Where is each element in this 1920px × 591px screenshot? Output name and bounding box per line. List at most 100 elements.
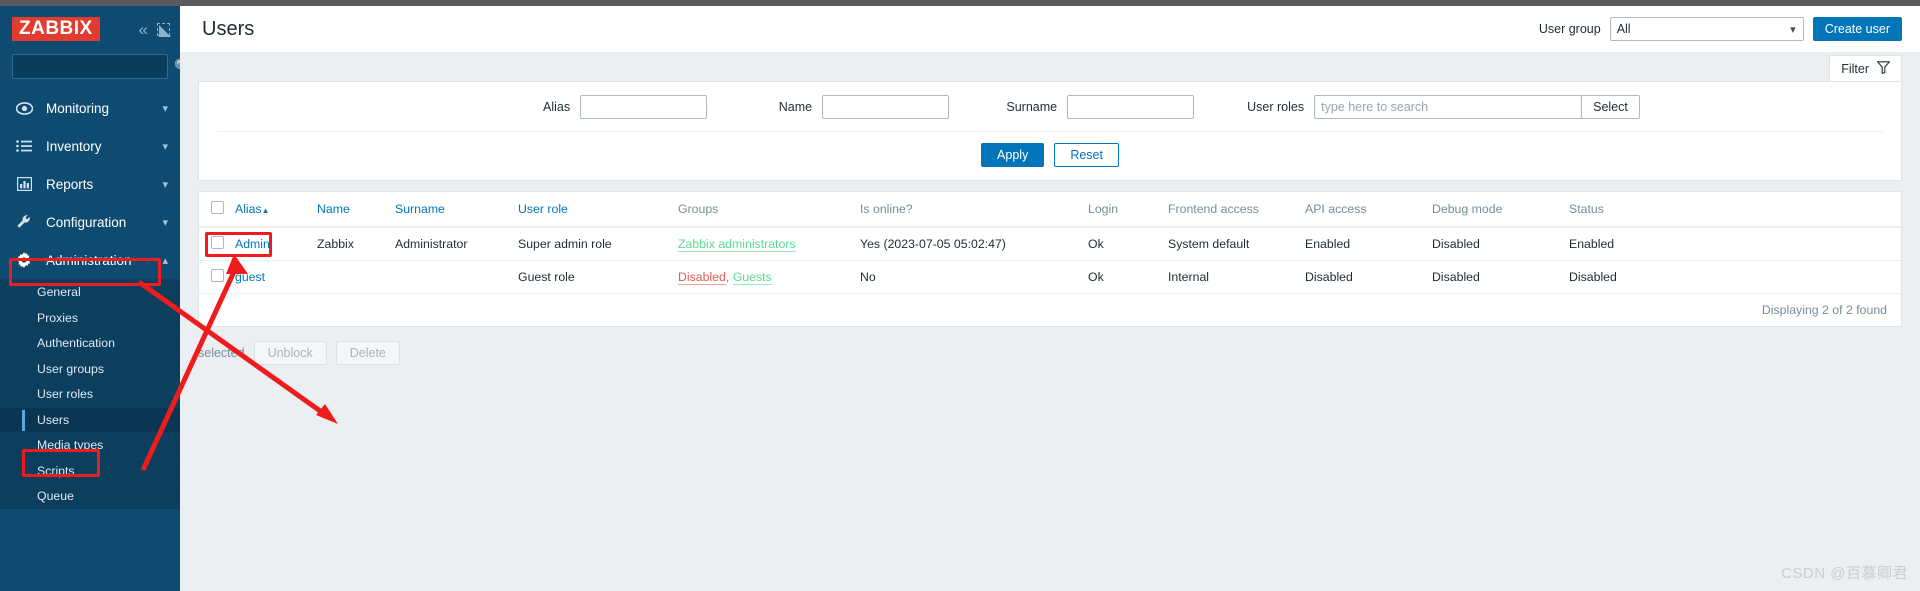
cell-status: Disabled (1569, 260, 1901, 294)
sidebar-subitem-label: User roles (37, 387, 94, 402)
sidebar-item-reports[interactable]: Reports ▾ (0, 165, 180, 203)
zabbix-users-page: ZABBIX « 🔍 Monitoring ▾ Inven (0, 0, 1920, 591)
filter-tab-row: Filter (180, 52, 1920, 81)
column-link-surname[interactable]: Surname (395, 202, 445, 216)
sidebar-item-configuration[interactable]: Configuration ▾ (0, 203, 180, 241)
collapse-corner-icon[interactable] (157, 22, 171, 37)
cell-name (317, 260, 395, 294)
cell-debug-mode: Disabled (1432, 227, 1569, 261)
sidebar: ZABBIX « 🔍 Monitoring ▾ Inven (0, 6, 191, 591)
row-checkbox[interactable] (211, 236, 224, 249)
column-header-frontend-access: Frontend access (1168, 192, 1305, 228)
page-header: Users User group All ▾ Create user (180, 6, 1920, 52)
sidebar-item-monitoring[interactable]: Monitoring ▾ (0, 89, 180, 127)
chevrons-left-icon[interactable]: « (139, 21, 148, 38)
alias-input[interactable] (580, 95, 708, 119)
filter-field-name: Name (707, 95, 950, 119)
column-header-groups: Groups (678, 192, 860, 228)
surname-input[interactable] (1067, 95, 1195, 119)
bulk-action-bar: selected Unblock Delete (180, 327, 1920, 365)
table-footer-count: Displaying 2 of 2 found (1761, 303, 1887, 317)
sidebar-subitem-authentication[interactable]: Authentication (0, 330, 180, 356)
sidebar-subitem-scripts[interactable]: Scripts (0, 457, 180, 484)
gear-icon (14, 252, 34, 268)
column-link-user-role[interactable]: User role (518, 202, 568, 216)
zabbix-logo[interactable]: ZABBIX (12, 17, 100, 41)
cell-groups: Zabbix administrators (678, 227, 860, 261)
column-link-alias[interactable]: Alias (235, 202, 262, 216)
sidebar-item-label: Reports (46, 176, 94, 192)
chevron-down-icon[interactable]: ▾ (162, 102, 168, 115)
group-link[interactable]: Guests (732, 270, 772, 285)
filter-field-user-roles: User roles Select (1194, 95, 1640, 119)
cell-api-access: Enabled (1305, 227, 1432, 261)
cell-is-online: Yes (2023-07-05 05:02:47) (860, 227, 1088, 261)
column-header-surname[interactable]: Surname (395, 192, 518, 228)
cell-user-role: Guest role (518, 260, 678, 294)
chevron-down-icon[interactable]: ▾ (162, 216, 168, 229)
selected-count-label: selected (198, 346, 245, 360)
filter-actions: Apply Reset (199, 132, 1901, 171)
user-roles-input[interactable] (1314, 95, 1583, 119)
sidebar-subitem-user-roles[interactable]: User roles (0, 381, 180, 407)
chart-bar-icon (14, 177, 34, 191)
column-header-user-role[interactable]: User role (518, 192, 678, 228)
cell-user-role: Super admin role (518, 227, 678, 261)
user-group-label: User group (1538, 22, 1601, 36)
page-title: Users (202, 17, 255, 40)
users-table: Alias▲ Name Surname User role Groups Is … (199, 192, 1901, 294)
user-alias-link[interactable]: Admin (235, 237, 270, 251)
sidebar-subitem-user-groups[interactable]: User groups (0, 355, 180, 382)
sidebar-subitem-queue[interactable]: Queue (0, 483, 180, 509)
user-alias-link[interactable]: guest (235, 270, 265, 284)
row-checkbox[interactable] (211, 269, 224, 282)
sidebar-subitem-users[interactable]: Users (0, 406, 180, 432)
select-all-checkbox[interactable] (211, 201, 224, 214)
create-user-button[interactable]: Create user (1812, 17, 1902, 41)
row-select-cell (199, 260, 235, 294)
sidebar-subitem-label: User groups (37, 361, 104, 376)
sidebar-item-label: Inventory (46, 138, 102, 154)
filter-field-alias: Alias (460, 95, 708, 119)
sidebar-subitem-media-types[interactable]: Media types (0, 432, 180, 458)
funnel-icon (1877, 60, 1890, 77)
group-link[interactable]: Zabbix administrators (678, 237, 796, 252)
watermark: CSDN @百慕卿君 (1781, 565, 1908, 582)
search-input[interactable] (19, 59, 174, 74)
cell-alias: Admin (235, 227, 317, 261)
sidebar-subitem-label: Scripts (37, 463, 75, 478)
reset-button[interactable]: Reset (1054, 143, 1119, 167)
list-icon (14, 140, 34, 152)
delete-button[interactable]: Delete (335, 341, 400, 365)
sidebar-item-label: Configuration (46, 214, 127, 230)
chevron-up-icon[interactable]: ▴ (162, 254, 168, 267)
name-input[interactable] (822, 95, 950, 119)
cell-surname: Administrator (395, 227, 518, 261)
cell-login: Ok (1088, 227, 1168, 261)
unblock-button[interactable]: Unblock (253, 341, 327, 365)
column-header-alias[interactable]: Alias▲ (235, 192, 317, 228)
eye-icon (14, 101, 34, 115)
filter-tab[interactable]: Filter (1829, 55, 1902, 81)
sidebar-subitem-label: Users (37, 412, 70, 427)
column-link-name[interactable]: Name (317, 202, 350, 216)
cell-api-access: Disabled (1305, 260, 1432, 294)
sidebar-item-administration[interactable]: Administration ▴ (0, 241, 180, 279)
chevron-down-icon[interactable]: ▾ (162, 178, 168, 191)
user-group-select[interactable]: All ▾ (1609, 17, 1804, 41)
cell-groups: Disabled, Guests (678, 260, 860, 294)
apply-button[interactable]: Apply (981, 143, 1045, 167)
chevron-down-icon[interactable]: ▾ (162, 140, 168, 153)
sidebar-filler (0, 567, 180, 591)
sidebar-subitem-proxies[interactable]: Proxies (0, 304, 180, 331)
sidebar-item-inventory[interactable]: Inventory ▾ (0, 127, 180, 165)
group-link[interactable]: Disabled (678, 270, 726, 285)
chevron-down-icon[interactable]: ▾ (1790, 23, 1796, 36)
sort-arrow-icon: ▲ (261, 206, 270, 215)
content-area: Filter Alias Name Surname User roles typ… (180, 52, 1920, 591)
user-roles-select-button[interactable]: Select (1581, 95, 1640, 119)
column-header-name[interactable]: Name (317, 192, 395, 228)
sidebar-subitem-general[interactable]: General (0, 279, 180, 305)
table-row: Admin Zabbix Administrator Super admin r… (199, 227, 1901, 261)
sidebar-search[interactable]: 🔍 (12, 54, 191, 79)
